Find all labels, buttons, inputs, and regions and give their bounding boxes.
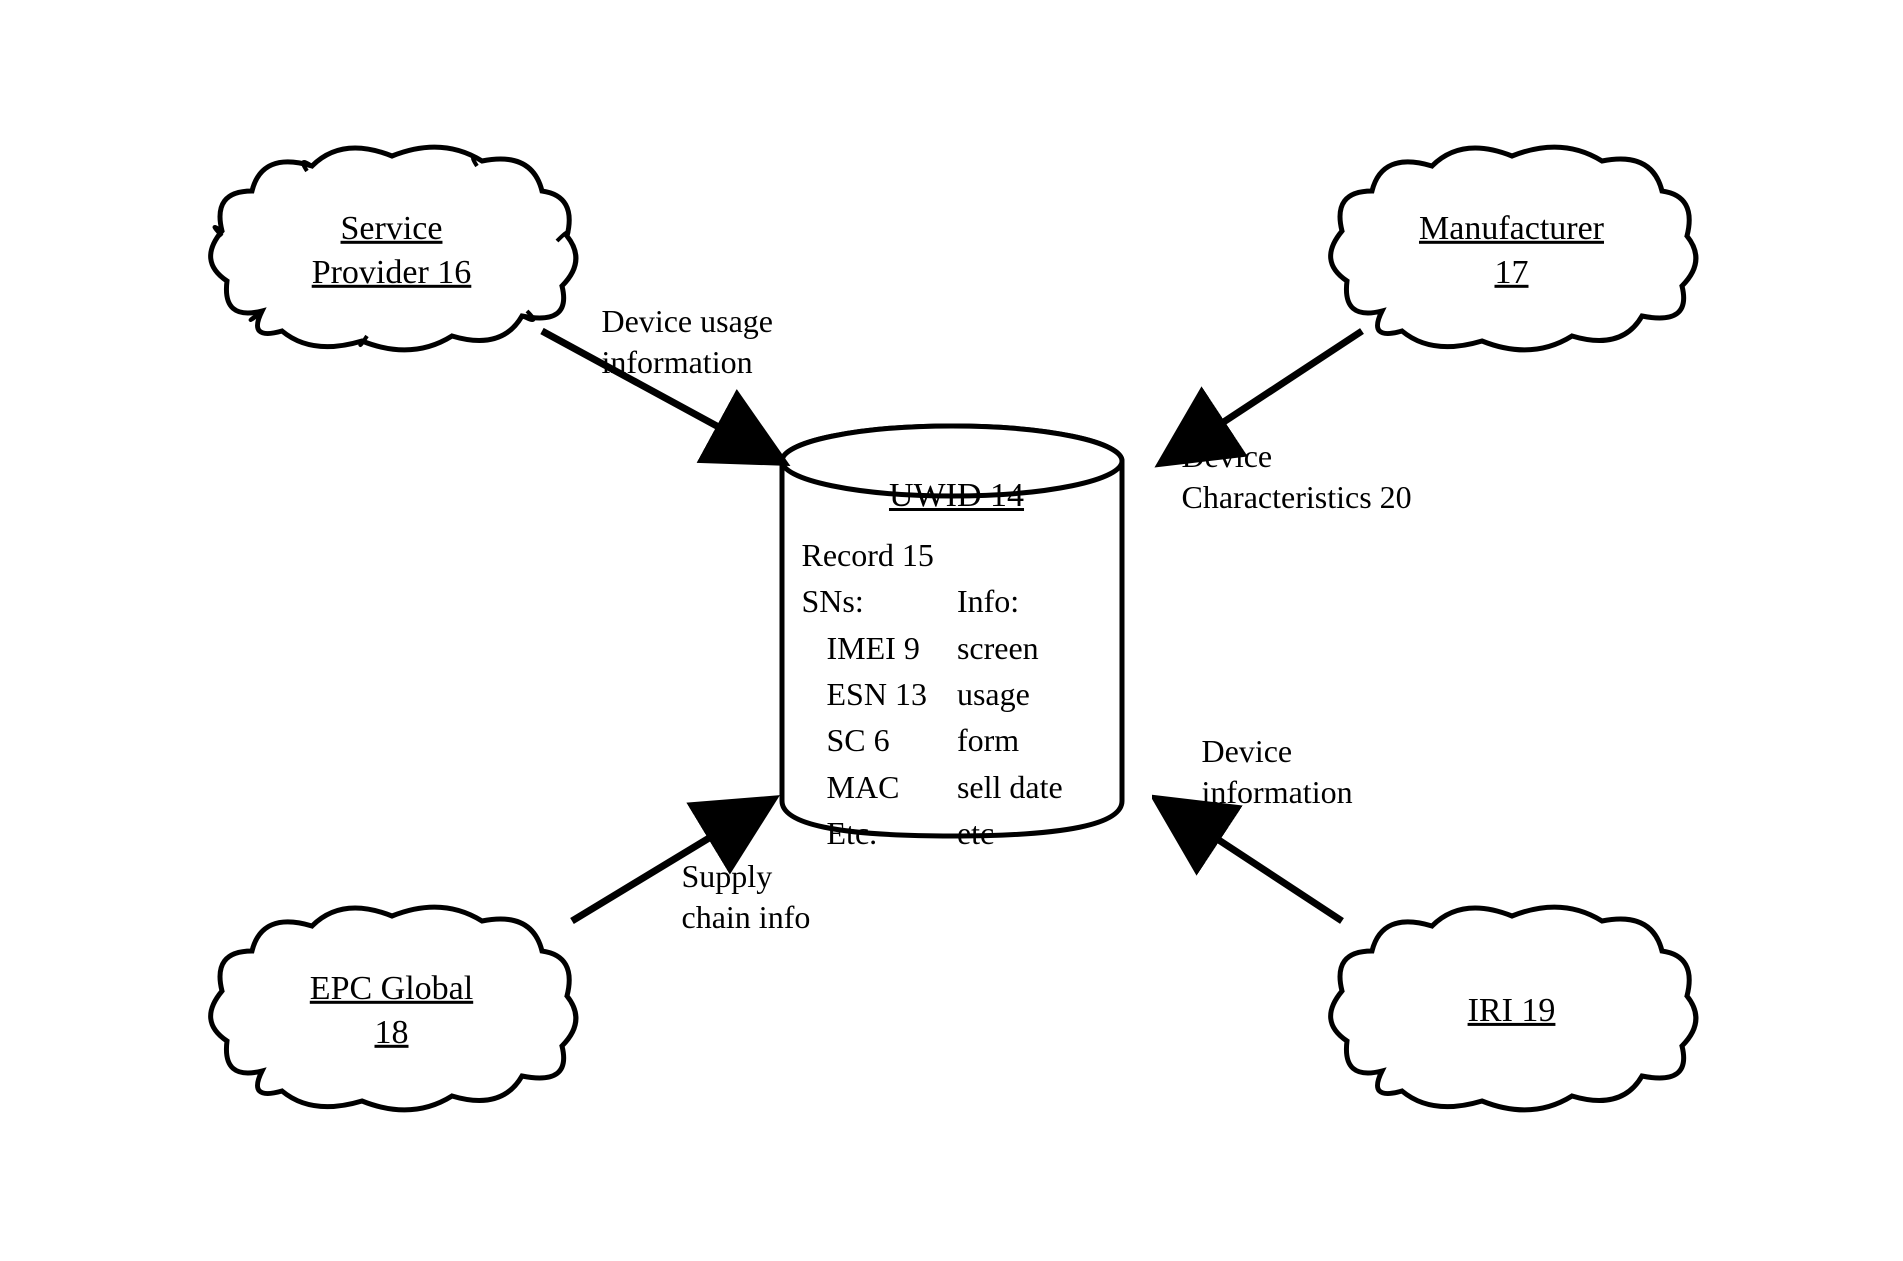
sns-item: ESN 13 [802, 671, 927, 717]
info-header: Info: [957, 578, 1063, 624]
cloud-service-provider: Service Provider 16 [202, 131, 582, 371]
sns-item: Etc. [802, 810, 927, 856]
edge-text-line2: chain info [682, 899, 811, 935]
cloud-text-line1: IRI 19 [1468, 991, 1556, 1028]
cloud-iri: IRI 19 [1322, 891, 1702, 1131]
info-item: etc [957, 810, 1063, 856]
info-item: screen [957, 625, 1063, 671]
sns-item: SC 6 [802, 717, 927, 763]
edge-label-bl: Supply chain info [682, 856, 811, 939]
edge-text-line2: Characteristics 20 [1182, 479, 1412, 515]
cloud-manufacturer: Manufacturer 17 [1322, 131, 1702, 371]
sns-column: SNs: IMEI 9 ESN 13 SC 6 MAC Etc. [802, 578, 927, 856]
info-item: usage [957, 671, 1063, 717]
cloud-label-service-provider: Service Provider 16 [312, 206, 472, 294]
cloud-label-manufacturer: Manufacturer 17 [1419, 206, 1604, 294]
edge-label-tl: Device usage information [602, 301, 773, 384]
edge-text-line1: Supply [682, 858, 773, 894]
cloud-label-epc-global: EPC Global 18 [310, 966, 473, 1054]
edge-text-line2: information [1202, 774, 1353, 810]
info-column: Info: screen usage form sell date etc [957, 578, 1063, 856]
edge-label-tr: Device Characteristics 20 [1182, 436, 1412, 519]
cloud-epc-global: EPC Global 18 [202, 891, 582, 1131]
sns-item: MAC [802, 764, 927, 810]
uwid-database-cylinder: UWID 14 Record 15 SNs: IMEI 9 ESN 13 SC … [772, 421, 1132, 841]
cloud-text-line2: 18 [375, 1014, 409, 1051]
cloud-text-line1: Service [341, 209, 443, 246]
cylinder-title: UWID 14 [802, 471, 1112, 520]
cloud-text-line2: Provider 16 [312, 254, 472, 291]
sns-item: IMEI 9 [802, 625, 927, 671]
cloud-label-iri: IRI 19 [1468, 988, 1556, 1032]
cloud-text-line1: EPC Global [310, 969, 473, 1006]
edge-text-line2: information [602, 344, 753, 380]
edge-text-line1: Device usage [602, 303, 773, 339]
edge-text-line1: Device [1202, 733, 1293, 769]
info-item: form [957, 717, 1063, 763]
sns-header: SNs: [802, 578, 927, 624]
diagram-container: Service Provider 16 Manufacturer 17 EPC … [202, 131, 1702, 1131]
cylinder-content: UWID 14 Record 15 SNs: IMEI 9 ESN 13 SC … [802, 471, 1112, 857]
edge-text-line1: Device [1182, 438, 1273, 474]
cloud-text-line2: 17 [1494, 254, 1528, 291]
record-label: Record 15 [802, 532, 1112, 578]
cloud-text-line1: Manufacturer [1419, 209, 1604, 246]
info-item: sell date [957, 764, 1063, 810]
edge-label-br: Device information [1202, 731, 1353, 814]
